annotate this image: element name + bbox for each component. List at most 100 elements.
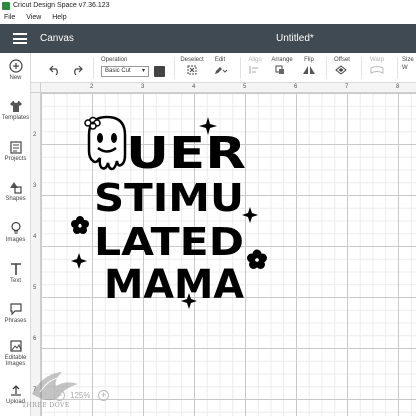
flip-label: Flip xyxy=(304,57,314,63)
shirt-icon xyxy=(9,101,22,112)
app-icon xyxy=(2,2,10,10)
sidebar-item-templates[interactable]: Templates xyxy=(0,99,31,121)
deselect-icon xyxy=(187,65,197,75)
edit-image-icon xyxy=(9,340,22,352)
offset-label: Offset xyxy=(334,57,350,63)
sidebar-item-label: Text xyxy=(9,278,21,284)
ruler-left-label: 3 xyxy=(33,183,37,189)
app-header: Canvas Untitled* xyxy=(0,24,416,53)
menu-help[interactable]: Help xyxy=(52,14,66,21)
sidebar-item-label: Templates xyxy=(1,115,30,121)
lightbulb-icon xyxy=(10,221,21,234)
size-label: Size xyxy=(402,57,414,63)
toolbar-divider xyxy=(174,57,175,79)
sidebar-item-phrases[interactable]: Phrases xyxy=(0,302,31,324)
align-icon xyxy=(249,66,258,74)
left-sidebar: New Templates Projects Shapes Images Tex… xyxy=(0,53,31,416)
ruler-top-label: 7 xyxy=(345,84,349,90)
sidebar-item-projects[interactable]: Projects xyxy=(0,140,31,162)
plus-circle-icon xyxy=(8,59,23,73)
arrange-button[interactable]: Arrange xyxy=(269,53,295,77)
sidebar-item-images[interactable]: Images xyxy=(0,221,31,243)
design-line-3: LATED xyxy=(94,220,244,264)
ruler-left-label: 2 xyxy=(33,132,37,138)
sidebar-item-editable-images[interactable]: Editable Images xyxy=(0,339,31,367)
size-group[interactable]: Size W xyxy=(402,53,416,71)
upload-icon xyxy=(10,385,21,396)
ruler-left-label: 6 xyxy=(33,336,37,342)
size-width-abbrev: W xyxy=(402,65,408,71)
design-line-2: STIMU xyxy=(94,176,244,220)
offset-icon xyxy=(335,65,347,75)
sidebar-item-shapes[interactable]: Shapes xyxy=(0,180,31,202)
ruler-top-label: 6 xyxy=(294,84,298,90)
flower-icon xyxy=(71,216,89,234)
toolbar-divider xyxy=(326,57,327,79)
window-title: Cricut Design Space v7.36.123 xyxy=(13,2,110,9)
offset-button[interactable]: Offset xyxy=(329,53,355,77)
ruler-top-label: 2 xyxy=(90,84,94,90)
sidebar-item-label: Images xyxy=(5,237,26,243)
warp-button[interactable]: Warp xyxy=(366,53,388,77)
ruler-top-label: 5 xyxy=(243,84,247,90)
warp-label: Warp xyxy=(369,57,385,63)
watermark-text: THREE DOVE xyxy=(22,402,70,409)
flower-icon xyxy=(247,249,267,269)
sidebar-item-text[interactable]: Text xyxy=(0,262,31,284)
zoom-out-button[interactable]: − xyxy=(54,390,65,401)
operation-group: Operation xyxy=(101,53,127,63)
arrange-icon xyxy=(275,65,284,74)
sidebar-item-new[interactable]: New xyxy=(0,59,31,81)
sparkle-icon xyxy=(71,253,87,269)
operation-label: Operation xyxy=(101,57,128,63)
sidebar-item-label: Phrases xyxy=(4,318,27,324)
ruler-corner xyxy=(31,83,41,93)
folder-icon xyxy=(9,141,22,154)
melting-smiley-icon xyxy=(84,115,127,171)
sidebar-item-label: New xyxy=(9,75,22,81)
redo-icon[interactable] xyxy=(71,65,83,75)
zoom-level: 125% xyxy=(70,391,91,400)
operation-color-swatch[interactable] xyxy=(154,66,165,77)
ruler-top-label: 4 xyxy=(192,84,196,90)
chevron-down-icon: ▾ xyxy=(141,68,145,74)
edit-label: Edit xyxy=(214,57,226,63)
operation-select[interactable]: Basic Cut ▾ xyxy=(101,66,149,77)
menu-file[interactable]: File xyxy=(4,14,15,21)
sidebar-item-label: Shapes xyxy=(5,196,26,202)
edit-toolbar: Operation Basic Cut ▾ Deselect Edit Alig… xyxy=(31,53,416,83)
speech-bubble-icon xyxy=(9,303,22,316)
undo-icon[interactable] xyxy=(49,65,61,75)
toolbar-divider xyxy=(361,57,362,79)
arrange-label: Arrange xyxy=(271,57,293,63)
ruler-top-label: 3 xyxy=(141,84,145,90)
text-icon xyxy=(10,263,21,275)
menu-view[interactable]: View xyxy=(26,14,41,21)
zoom-in-button[interactable]: + xyxy=(98,390,109,401)
flip-button[interactable]: Flip xyxy=(299,53,319,77)
zoom-control: − 125% + xyxy=(54,389,124,403)
sparkle-icon xyxy=(242,207,258,223)
align-button[interactable]: Align xyxy=(243,53,267,77)
deselect-button[interactable]: Deselect xyxy=(179,53,205,77)
shapes-icon xyxy=(9,182,22,194)
ruler-left-label: 4 xyxy=(33,234,37,240)
warp-icon xyxy=(370,66,384,74)
menubar: File View Help xyxy=(0,12,416,24)
section-title: Canvas xyxy=(40,33,74,44)
edit-pen-icon xyxy=(215,67,228,74)
hamburger-menu-icon[interactable] xyxy=(13,33,27,44)
window-titlebar: Cricut Design Space v7.36.123 xyxy=(0,0,416,12)
design-line-4: MAMA xyxy=(104,262,244,308)
deselect-label: Deselect xyxy=(180,57,204,63)
toolbar-divider xyxy=(93,57,94,79)
ruler-top-label: 8 xyxy=(396,84,400,90)
toolbar-divider xyxy=(240,57,241,79)
align-label: Align xyxy=(248,57,262,63)
edit-button[interactable]: Edit xyxy=(207,53,233,77)
operation-value: Basic Cut xyxy=(105,68,131,74)
ruler-top: 2 3 4 5 6 7 8 xyxy=(41,83,416,93)
flip-icon xyxy=(303,66,315,74)
toolbar-divider xyxy=(397,57,398,79)
design-line-1: UER xyxy=(126,128,246,179)
